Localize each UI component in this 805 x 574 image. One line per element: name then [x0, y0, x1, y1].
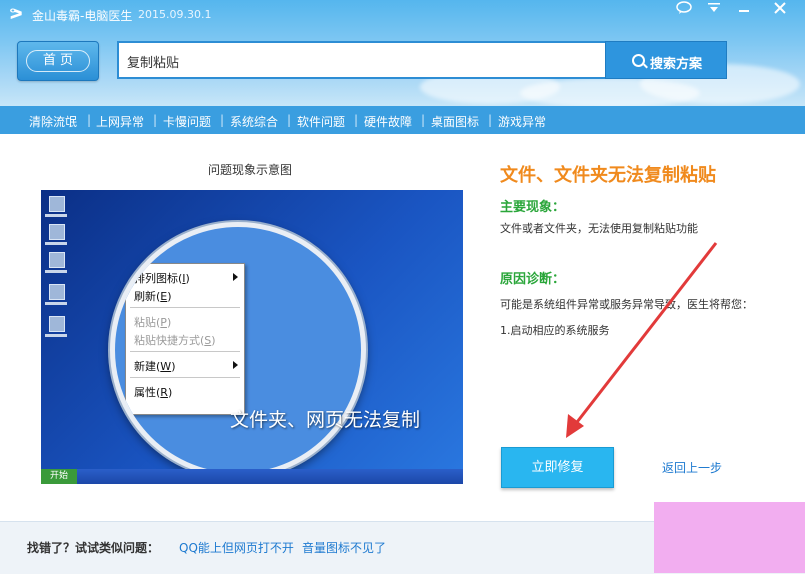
back-link[interactable]: 返回上一步 — [662, 459, 722, 476]
similar-issue-link[interactable]: QQ能上但网页打不开 — [179, 539, 294, 556]
red-arrow-annotation — [566, 242, 718, 438]
watermark-overlay — [654, 502, 805, 573]
similar-issue-link[interactable]: 音量图标不见了 — [302, 539, 386, 556]
fix-now-button[interactable]: 立即修复 — [501, 447, 614, 488]
similar-issues-label: 找错了？试试类似问题： — [27, 541, 160, 555]
